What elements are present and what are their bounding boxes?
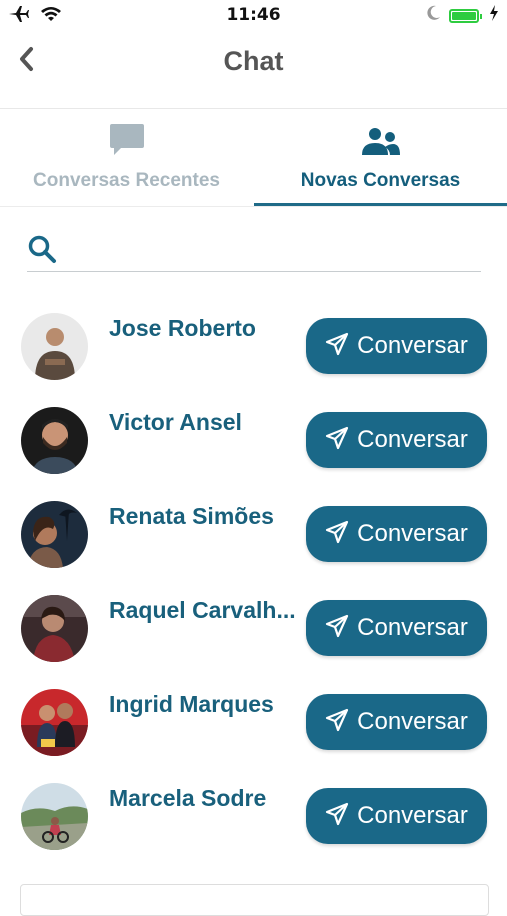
conversar-label: Conversar	[357, 426, 468, 453]
list-item: Ingrid Marques Conversar	[0, 689, 507, 783]
contact-name: Jose Roberto	[109, 315, 256, 341]
send-icon	[325, 520, 349, 549]
tab-bar: Conversas Recentes Novas Conversas	[0, 109, 507, 207]
conversar-button[interactable]: Conversar	[306, 694, 487, 750]
nav-bar: Chat	[0, 30, 507, 109]
status-bar: 11:46	[0, 0, 507, 30]
tab-label: Conversas Recentes	[33, 170, 220, 191]
send-icon	[325, 614, 349, 643]
avatar[interactable]	[21, 313, 88, 380]
contact-name: Renata Simões	[109, 503, 274, 529]
avatar[interactable]	[21, 689, 88, 756]
send-icon	[325, 332, 349, 361]
moon-icon	[427, 5, 441, 26]
conversar-button[interactable]: Conversar	[306, 600, 487, 656]
avatar[interactable]	[21, 501, 88, 568]
search-icon	[27, 234, 57, 269]
send-icon	[325, 802, 349, 831]
contact-name: Victor Ansel	[109, 409, 242, 435]
conversar-button[interactable]: Conversar	[306, 318, 487, 374]
search-input[interactable]	[67, 230, 481, 266]
conversar-button[interactable]: Conversar	[306, 412, 487, 468]
list-item: Jose Roberto Conversar	[0, 313, 507, 407]
charging-icon	[489, 5, 499, 26]
search-bar	[27, 226, 481, 272]
list-item: Renata Simões Conversar	[0, 501, 507, 595]
list-item: Victor Ansel Conversar	[0, 407, 507, 501]
avatar[interactable]	[21, 595, 88, 662]
page-title: Chat	[223, 46, 284, 76]
send-icon	[325, 426, 349, 455]
conversar-label: Conversar	[357, 332, 468, 359]
battery-icon	[449, 8, 482, 23]
tab-label: Novas Conversas	[300, 170, 461, 191]
avatar[interactable]	[21, 783, 88, 850]
conversar-button[interactable]: Conversar	[306, 788, 487, 844]
tab-conversas-recentes[interactable]: Conversas Recentes	[0, 109, 253, 206]
send-icon	[325, 708, 349, 737]
chat-bubble-icon	[109, 121, 145, 162]
active-tab-indicator	[254, 203, 507, 206]
conversar-label: Conversar	[357, 802, 468, 829]
status-right	[427, 5, 499, 26]
bottom-card	[20, 884, 489, 916]
avatar[interactable]	[21, 407, 88, 474]
contact-name: Ingrid Marques	[109, 691, 274, 717]
conversar-label: Conversar	[357, 708, 468, 735]
conversar-label: Conversar	[357, 614, 468, 641]
list-item: Raquel Carvalh... Conversar	[0, 595, 507, 689]
contact-name: Raquel Carvalh...	[109, 597, 296, 623]
contact-name: Marcela Sodre	[109, 785, 267, 811]
tab-novas-conversas[interactable]: Novas Conversas	[254, 109, 507, 206]
users-icon	[361, 127, 401, 162]
conversar-button[interactable]: Conversar	[306, 506, 487, 562]
conversar-label: Conversar	[357, 520, 468, 547]
list-item: Marcela Sodre Conversar	[0, 783, 507, 877]
